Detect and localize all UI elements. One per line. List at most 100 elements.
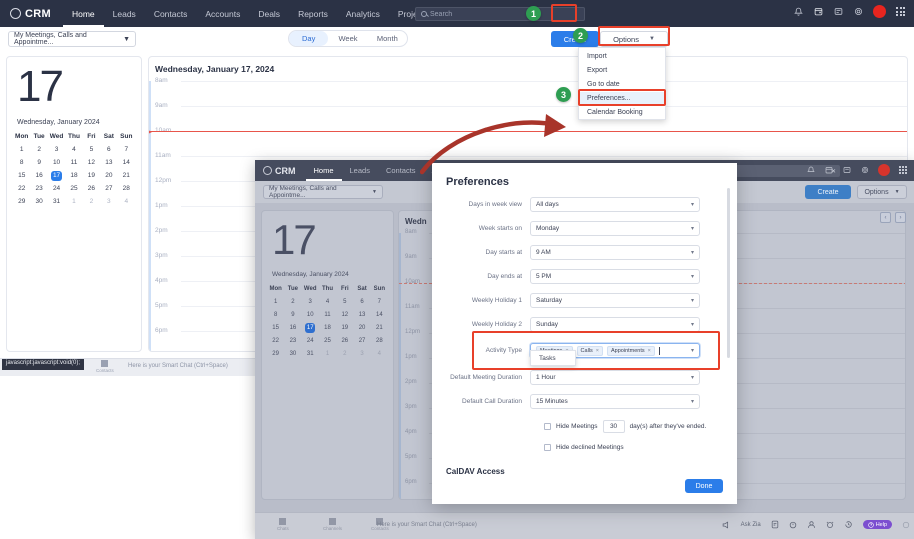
day-cell[interactable]: 13 — [353, 310, 370, 320]
notes-icon[interactable] — [771, 520, 779, 529]
day-cell[interactable]: 6 — [353, 297, 370, 307]
day-cell[interactable]: 25 — [319, 336, 336, 346]
gear-icon[interactable] — [860, 165, 870, 175]
day-starts-at-dropdown[interactable]: 9 AM ▾ — [530, 245, 700, 260]
day-cell[interactable]: 1 — [13, 145, 30, 155]
nav-item-leads[interactable]: Leads — [342, 160, 378, 181]
tasks-icon[interactable] — [833, 6, 844, 17]
day-cell[interactable]: 28 — [371, 336, 388, 346]
day-cell[interactable]: 28 — [118, 184, 135, 194]
day-cell[interactable]: 18 — [65, 171, 82, 181]
user-avatar[interactable] — [878, 164, 890, 176]
day-cell[interactable]: 13 — [100, 158, 117, 168]
day-cell[interactable]: 7 — [118, 145, 135, 155]
day-cell[interactable]: 19 — [336, 323, 353, 333]
day-cell[interactable]: 5 — [336, 297, 353, 307]
day-cell-outside[interactable]: 2 — [336, 349, 353, 359]
bell-icon[interactable] — [793, 6, 804, 17]
day-cell[interactable]: 22 — [267, 336, 284, 346]
day-cell[interactable]: 30 — [284, 349, 301, 359]
day-cell[interactable]: 4 — [319, 297, 336, 307]
timer-icon[interactable] — [789, 520, 797, 529]
default-call-duration-dropdown[interactable]: 15 Minutes ▾ — [530, 394, 700, 409]
ask-zia-button[interactable]: Ask Zia — [741, 522, 761, 528]
help-button[interactable]: Help — [862, 520, 892, 529]
day-cell[interactable]: 9 — [284, 310, 301, 320]
chip-calls[interactable]: Calls × — [576, 345, 603, 356]
day-ends-at-dropdown[interactable]: 5 PM ▾ — [530, 269, 700, 284]
nav-item-accounts[interactable]: Accounts — [196, 0, 249, 27]
secondary-view-selector[interactable]: My Meetings, Calls and Appointme... ▼ — [263, 185, 383, 199]
day-cell[interactable]: 7 — [371, 297, 388, 307]
segment-day[interactable]: Day — [289, 31, 329, 46]
day-cell[interactable]: 23 — [30, 184, 47, 194]
zia-avatar-icon[interactable] — [807, 520, 816, 529]
channels-icon[interactable]: Channels — [323, 518, 342, 531]
gear-icon[interactable] — [853, 6, 864, 17]
day-cell[interactable]: 27 — [353, 336, 370, 346]
day-cell[interactable]: 21 — [118, 171, 135, 181]
day-cell-outside[interactable]: 4 — [118, 197, 135, 207]
nav-item-reports[interactable]: Reports — [289, 0, 337, 27]
hide-declined-checkbox[interactable] — [544, 444, 551, 451]
day-cell-outside[interactable]: 4 — [371, 349, 388, 359]
day-cell[interactable]: 8 — [267, 310, 284, 320]
done-button[interactable]: Done — [685, 479, 723, 493]
day-cell-outside[interactable]: 3 — [100, 197, 117, 207]
day-cell[interactable]: 31 — [48, 197, 65, 207]
apps-grid-icon[interactable] — [898, 165, 908, 175]
day-cell[interactable]: 14 — [371, 310, 388, 320]
menu-item-go-to-date[interactable]: Go to date — [579, 78, 665, 92]
day-cell[interactable]: 29 — [13, 197, 30, 207]
days-in-week-view-dropdown[interactable]: All days ▾ — [530, 197, 700, 212]
day-cell[interactable]: 16 — [30, 171, 47, 181]
segment-month[interactable]: Month — [368, 31, 407, 46]
day-cell[interactable]: 9 — [30, 158, 47, 168]
day-cell[interactable]: 26 — [83, 184, 100, 194]
chip-remove-icon[interactable]: × — [648, 348, 651, 354]
smart-chat-input[interactable]: Here is your Smart Chat (Ctrl+Space) — [128, 363, 228, 369]
nav-item-deals[interactable]: Deals — [249, 0, 289, 27]
day-cell[interactable]: 22 — [13, 184, 30, 194]
history-icon[interactable] — [844, 520, 853, 529]
day-cell-outside[interactable]: 1 — [65, 197, 82, 207]
nav-item-leads[interactable]: Leads — [104, 0, 145, 27]
nav-item-contacts[interactable]: Contacts — [378, 160, 424, 181]
day-cell-outside[interactable]: 3 — [353, 349, 370, 359]
day-cell[interactable]: 20 — [353, 323, 370, 333]
day-cell[interactable]: 4 — [65, 145, 82, 155]
options-button[interactable]: Options ▼ — [600, 31, 668, 47]
day-cell-selected[interactable]: 17 — [51, 171, 63, 181]
day-cell[interactable]: 12 — [83, 158, 100, 168]
day-cell[interactable]: 25 — [65, 184, 82, 194]
segment-week[interactable]: Week — [328, 31, 367, 46]
day-cell[interactable]: 31 — [302, 349, 319, 359]
alarm-icon[interactable] — [826, 520, 834, 529]
calendar-icon[interactable] — [813, 6, 824, 17]
secondary-create-button[interactable]: Create — [805, 185, 851, 199]
day-cell[interactable]: 11 — [65, 158, 82, 168]
day-cell[interactable]: 24 — [302, 336, 319, 346]
day-cell[interactable]: 15 — [13, 171, 30, 181]
time-row[interactable]: 9am — [149, 102, 907, 131]
nav-item-analytics[interactable]: Analytics — [337, 0, 389, 27]
day-cell-outside[interactable]: 1 — [319, 349, 336, 359]
day-cell[interactable]: 20 — [100, 171, 117, 181]
menu-item-import[interactable]: Import — [579, 50, 665, 64]
day-cell[interactable]: 15 — [267, 323, 284, 333]
nav-item-home[interactable]: Home — [63, 0, 104, 27]
day-cell[interactable]: 3 — [302, 297, 319, 307]
view-selector-dropdown[interactable]: My Meetings, Calls and Appointme... ▼ — [8, 31, 136, 47]
apps-grid-icon[interactable] — [895, 6, 906, 17]
day-cell[interactable]: 19 — [83, 171, 100, 181]
day-cell[interactable]: 27 — [100, 184, 117, 194]
day-cell[interactable]: 24 — [48, 184, 65, 194]
day-cell-selected[interactable]: 17 — [305, 323, 316, 333]
week-starts-on-dropdown[interactable]: Monday ▾ — [530, 221, 700, 236]
day-cell[interactable]: 2 — [30, 145, 47, 155]
day-cell[interactable]: 29 — [267, 349, 284, 359]
chip-appointments[interactable]: Appointments × — [607, 345, 655, 356]
chip-remove-icon[interactable]: × — [596, 348, 599, 354]
menu-item-export[interactable]: Export — [579, 64, 665, 78]
bell-icon[interactable] — [806, 165, 816, 175]
